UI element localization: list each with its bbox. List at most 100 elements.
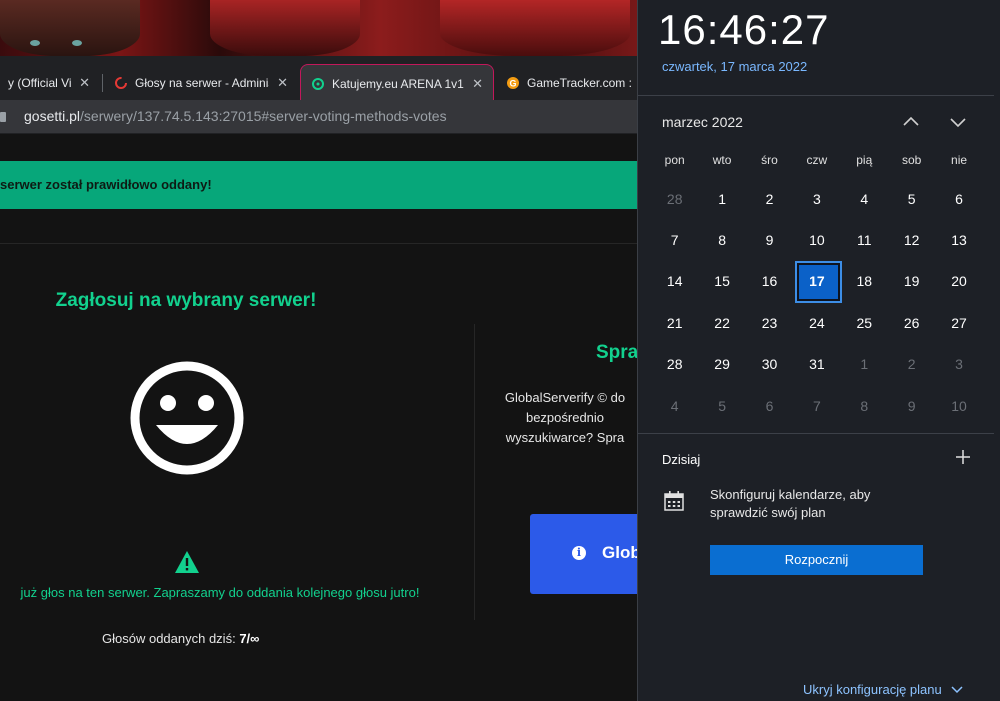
calendar-day[interactable]: 1 (841, 344, 888, 385)
calendar-day[interactable]: 8 (841, 385, 888, 426)
calendar-day-number: 13 (951, 232, 967, 249)
calendar-day[interactable]: 13 (935, 219, 982, 260)
column-divider (474, 324, 475, 620)
calendar-day-number: 3 (812, 190, 821, 207)
calendar-day-number: 24 (809, 314, 825, 331)
weekday-header: pon wto śro czw pią sob nie (651, 153, 983, 167)
vote-message: już głos na ten serwer. Zapraszamy do od… (20, 585, 420, 600)
tab-title: GameTracker.com : Pla (527, 76, 631, 90)
wallpaper-figure-left (0, 0, 140, 56)
calendar-day[interactable]: 28 (651, 344, 698, 385)
votes-today: Głosów oddanych dziś: 7/∞ (102, 631, 259, 646)
calendar-day[interactable]: 25 (841, 302, 888, 343)
start-button[interactable]: Rozpocznij (710, 545, 923, 575)
calendar-day[interactable]: 18 (841, 261, 888, 302)
calendar-day[interactable]: 16 (746, 261, 793, 302)
lock-icon[interactable] (0, 112, 6, 122)
calendar-day[interactable]: 3 (793, 178, 840, 219)
calendar-day-number: 1 (718, 190, 726, 207)
add-event-icon[interactable] (956, 450, 970, 464)
calendar-day[interactable]: 2 (746, 178, 793, 219)
calendar-day-number: 26 (903, 314, 920, 331)
calendar-day[interactable]: 9 (888, 385, 935, 426)
globalserverify-button[interactable]: i Glob (530, 514, 650, 594)
tab-title: Katujemy.eu ARENA 1v1 #2 (332, 76, 464, 91)
chevron-up-icon[interactable] (899, 110, 923, 134)
hide-plan-link[interactable]: Ukryj konfigurację planu (803, 682, 963, 697)
calendar-day[interactable]: 3 (935, 344, 982, 385)
tab-youtube[interactable]: y (Official Vide ✕ (0, 64, 100, 102)
calendar-day[interactable]: 24 (793, 302, 840, 343)
calendar-day[interactable]: 29 (698, 344, 745, 385)
close-icon[interactable]: ✕ (79, 75, 90, 91)
calendar-day[interactable]: 27 (935, 302, 982, 343)
agenda-hint: Skonfiguruj kalendarze, aby sprawdzić sw… (710, 487, 871, 520)
calendar-day[interactable]: 14 (651, 261, 698, 302)
calendar-day-today[interactable]: 17 (793, 260, 843, 304)
weekday-label: czw (806, 153, 828, 167)
calendar-day[interactable]: 7 (793, 385, 840, 426)
calendar-day[interactable]: 11 (841, 219, 888, 260)
flyout-divider (638, 95, 994, 96)
calendar-day[interactable]: 5 (698, 385, 745, 426)
close-icon[interactable]: ✕ (472, 76, 483, 92)
calendar-icon (664, 491, 684, 511)
calendar-day[interactable]: 1 (698, 178, 745, 219)
calendar-day[interactable]: 4 (651, 385, 698, 426)
weekday-label: nie (951, 153, 968, 167)
calendar-day[interactable]: 30 (746, 344, 793, 385)
calendar-day-number: 18 (856, 273, 873, 290)
calendar-day[interactable]: 23 (746, 302, 793, 343)
calendar-day-number: 2 (907, 356, 916, 373)
date-link[interactable]: czwartek, 17 marca 2022 (662, 59, 807, 74)
calendar-day[interactable]: 10 (793, 219, 840, 260)
chevron-down-icon (951, 686, 963, 694)
month-label[interactable]: marzec 2022 (662, 114, 743, 130)
calendar-day[interactable]: 7 (651, 219, 698, 260)
tab-glosy[interactable]: Głosy na serwer - Administ ✕ (104, 64, 298, 102)
warning-icon (175, 551, 199, 573)
hide-plan-label: Ukryj konfigurację planu (803, 682, 942, 697)
calendar-day-number: 28 (666, 190, 683, 207)
calendar-day-number: 20 (951, 273, 967, 290)
calendar-day-number: 14 (666, 273, 683, 290)
calendar-day-number: 1 (860, 356, 869, 373)
calendar-day[interactable]: 2 (888, 344, 935, 385)
calendar-day[interactable]: 26 (888, 302, 935, 343)
calendar-day[interactable]: 9 (746, 219, 793, 260)
calendar-day[interactable]: 8 (698, 219, 745, 260)
calendar-day[interactable]: 19 (888, 261, 935, 302)
flyout-divider (638, 433, 994, 434)
calendar-day-number: 8 (860, 397, 869, 414)
calendar-day-number: 5 (907, 190, 916, 207)
calendar-day[interactable]: 31 (793, 344, 840, 385)
calendar-day-number: 3 (955, 356, 963, 373)
calendar-day-number: 25 (856, 314, 873, 331)
info-icon: i (572, 546, 586, 560)
calendar-day[interactable]: 28 (651, 178, 698, 219)
chevron-down-icon[interactable] (946, 110, 970, 134)
calendar-day[interactable]: 4 (841, 178, 888, 219)
calendar-day-number: 7 (812, 397, 821, 414)
calendar-day[interactable]: 6 (935, 178, 982, 219)
calendar-day[interactable]: 12 (888, 219, 935, 260)
calendar-day[interactable]: 15 (698, 261, 745, 302)
calendar-day-number: 31 (809, 356, 825, 373)
calendar-day[interactable]: 21 (651, 302, 698, 343)
calendar-day-number: 9 (907, 397, 916, 414)
tab-gametracker[interactable]: G GameTracker.com : Pla (496, 64, 641, 102)
calendar-day[interactable]: 22 (698, 302, 745, 343)
url-text[interactable]: gosetti.pl/serwery/137.74.5.143:27015#se… (24, 108, 447, 124)
calendar-day[interactable]: 5 (888, 178, 935, 219)
svg-text:G: G (509, 79, 516, 89)
clock-time: 16:46:27 (658, 6, 830, 53)
tab-katujemy[interactable]: Katujemy.eu ARENA 1v1 #2 ✕ (300, 64, 494, 102)
check-title: Spra (596, 342, 639, 363)
calendar-day[interactable]: 6 (746, 385, 793, 426)
calendar-day[interactable]: 20 (935, 261, 982, 302)
votes-today-value: 7/∞ (239, 631, 260, 646)
close-icon[interactable]: ✕ (277, 75, 288, 91)
wallpaper-figure-center (210, 0, 360, 56)
crosshair-favicon-icon (312, 77, 324, 90)
calendar-day[interactable]: 10 (935, 385, 982, 426)
